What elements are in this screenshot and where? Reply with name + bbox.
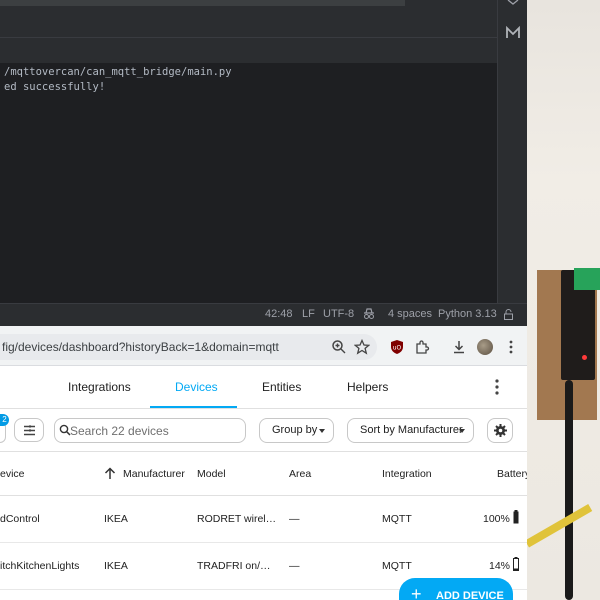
yellow-cable: [527, 504, 593, 548]
file-encoding[interactable]: UTF-8: [323, 308, 354, 320]
search-placeholder: Search 22 devices: [70, 424, 169, 438]
add-device-label: ADD DEVICE: [436, 590, 504, 600]
url-field[interactable]: fig/devices/dashboard?historyBack=1&doma…: [0, 334, 377, 360]
browser-window: fig/devices/dashboard?historyBack=1&doma…: [0, 326, 530, 600]
home-assistant-devices-page: Integrations Devices Entities Helpers 2 …: [0, 366, 530, 600]
cursor-position[interactable]: 42:48: [265, 308, 293, 320]
black-cable: [565, 380, 573, 600]
column-manufacturer[interactable]: Manufacturer: [123, 468, 185, 480]
browser-menu-icon[interactable]: [503, 339, 519, 355]
settings-tabs: Integrations Devices Entities Helpers: [0, 366, 527, 409]
ide-status-bar: 42:48 LF UTF-8 4 spaces Python 3.13: [0, 303, 527, 326]
column-model[interactable]: Model: [197, 468, 226, 480]
area-cell: —: [289, 560, 300, 572]
incognito-icon[interactable]: [363, 308, 375, 323]
integration-cell: MQTT: [382, 560, 412, 572]
column-area[interactable]: Area: [289, 468, 311, 480]
terminal-line: ed successfully!: [4, 81, 106, 93]
tab-devices[interactable]: Devices: [175, 380, 218, 394]
table-row[interactable]: dControl IKEA RODRET wirel… — MQTT 100%: [0, 496, 527, 543]
tab-entities[interactable]: Entities: [262, 380, 301, 394]
table-header: evice Manufacturer Model Area Integratio…: [0, 451, 530, 496]
camera-photo: [527, 0, 600, 600]
battery-full-icon: [513, 510, 519, 524]
svg-text:uO: uO: [393, 345, 402, 352]
ide-right-toolbar: [497, 0, 527, 326]
manufacturer-cell: IKEA: [104, 513, 128, 525]
status-led: [582, 355, 587, 360]
tab-integrations[interactable]: Integrations: [68, 380, 131, 394]
line-separator[interactable]: LF: [302, 308, 315, 320]
list-settings-icon: [24, 425, 35, 436]
sort-by-label: Sort by Manufacturer: [360, 424, 463, 436]
overflow-menu-icon[interactable]: [492, 378, 502, 396]
integration-cell: MQTT: [382, 513, 412, 525]
url-text: fig/devices/dashboard?historyBack=1&doma…: [2, 340, 279, 354]
profile-avatar[interactable]: [477, 339, 493, 355]
ide-tab-bar: [0, 0, 497, 38]
active-tab-indicator: [150, 406, 237, 408]
ide-window: /mqttovercan/can_mqtt_bridge/main.py ed …: [0, 0, 527, 326]
ublock-extension-icon[interactable]: uO: [389, 339, 405, 355]
extensions-puzzle-icon[interactable]: [414, 339, 430, 355]
download-icon[interactable]: [451, 339, 467, 355]
tab-bar-scrollbar[interactable]: [0, 0, 405, 6]
group-by-label: Group by: [272, 424, 318, 436]
add-device-button[interactable]: + ADD DEVICE: [399, 578, 513, 600]
area-cell: —: [289, 513, 300, 525]
markdown-icon[interactable]: [505, 26, 521, 40]
column-integration[interactable]: Integration: [382, 468, 432, 480]
terminal-header: [0, 38, 497, 63]
model-cell: TRADFRI on/…: [197, 560, 271, 572]
zoom-icon[interactable]: [331, 339, 347, 355]
column-battery[interactable]: Battery: [497, 468, 530, 480]
sort-by-button[interactable]: Sort by Manufacturer: [347, 418, 474, 443]
notifications-icon[interactable]: [506, 0, 520, 6]
python-interpreter[interactable]: Python 3.13: [438, 308, 497, 320]
terminal-line: /mqttovercan/can_mqtt_bridge/main.py: [4, 66, 232, 78]
plus-icon: +: [411, 584, 422, 600]
gear-icon: [494, 424, 507, 437]
column-device[interactable]: evice: [0, 468, 25, 480]
battery-low-icon: [513, 557, 519, 571]
address-bar: fig/devices/dashboard?historyBack=1&doma…: [0, 326, 527, 366]
terminal-output[interactable]: /mqttovercan/can_mqtt_bridge/main.py ed …: [0, 63, 497, 303]
green-terminal-block: [574, 268, 600, 290]
chevron-down-icon: [319, 429, 325, 433]
search-devices-input[interactable]: Search 22 devices: [54, 418, 246, 443]
lock-icon[interactable]: [503, 309, 514, 323]
group-by-button[interactable]: Group by: [259, 418, 334, 443]
customize-columns-button[interactable]: [14, 418, 44, 442]
tab-helpers[interactable]: Helpers: [347, 380, 388, 394]
battery-cell: 100%: [483, 513, 510, 525]
manufacturer-cell: IKEA: [104, 560, 128, 572]
chevron-down-icon: [459, 429, 465, 433]
sort-ascending-icon[interactable]: [104, 467, 116, 480]
devices-table: evice Manufacturer Model Area Integratio…: [0, 451, 530, 590]
model-cell: RODRET wirel…: [197, 513, 277, 525]
filter-count-badge: 2: [0, 414, 9, 426]
indent-setting[interactable]: 4 spaces: [388, 308, 432, 320]
device-name: dControl: [0, 513, 40, 525]
device-name: itchKitchenLights: [0, 560, 80, 572]
table-settings-button[interactable]: [487, 418, 513, 443]
bookmark-star-icon[interactable]: [354, 339, 370, 355]
battery-cell: 14%: [489, 560, 511, 572]
